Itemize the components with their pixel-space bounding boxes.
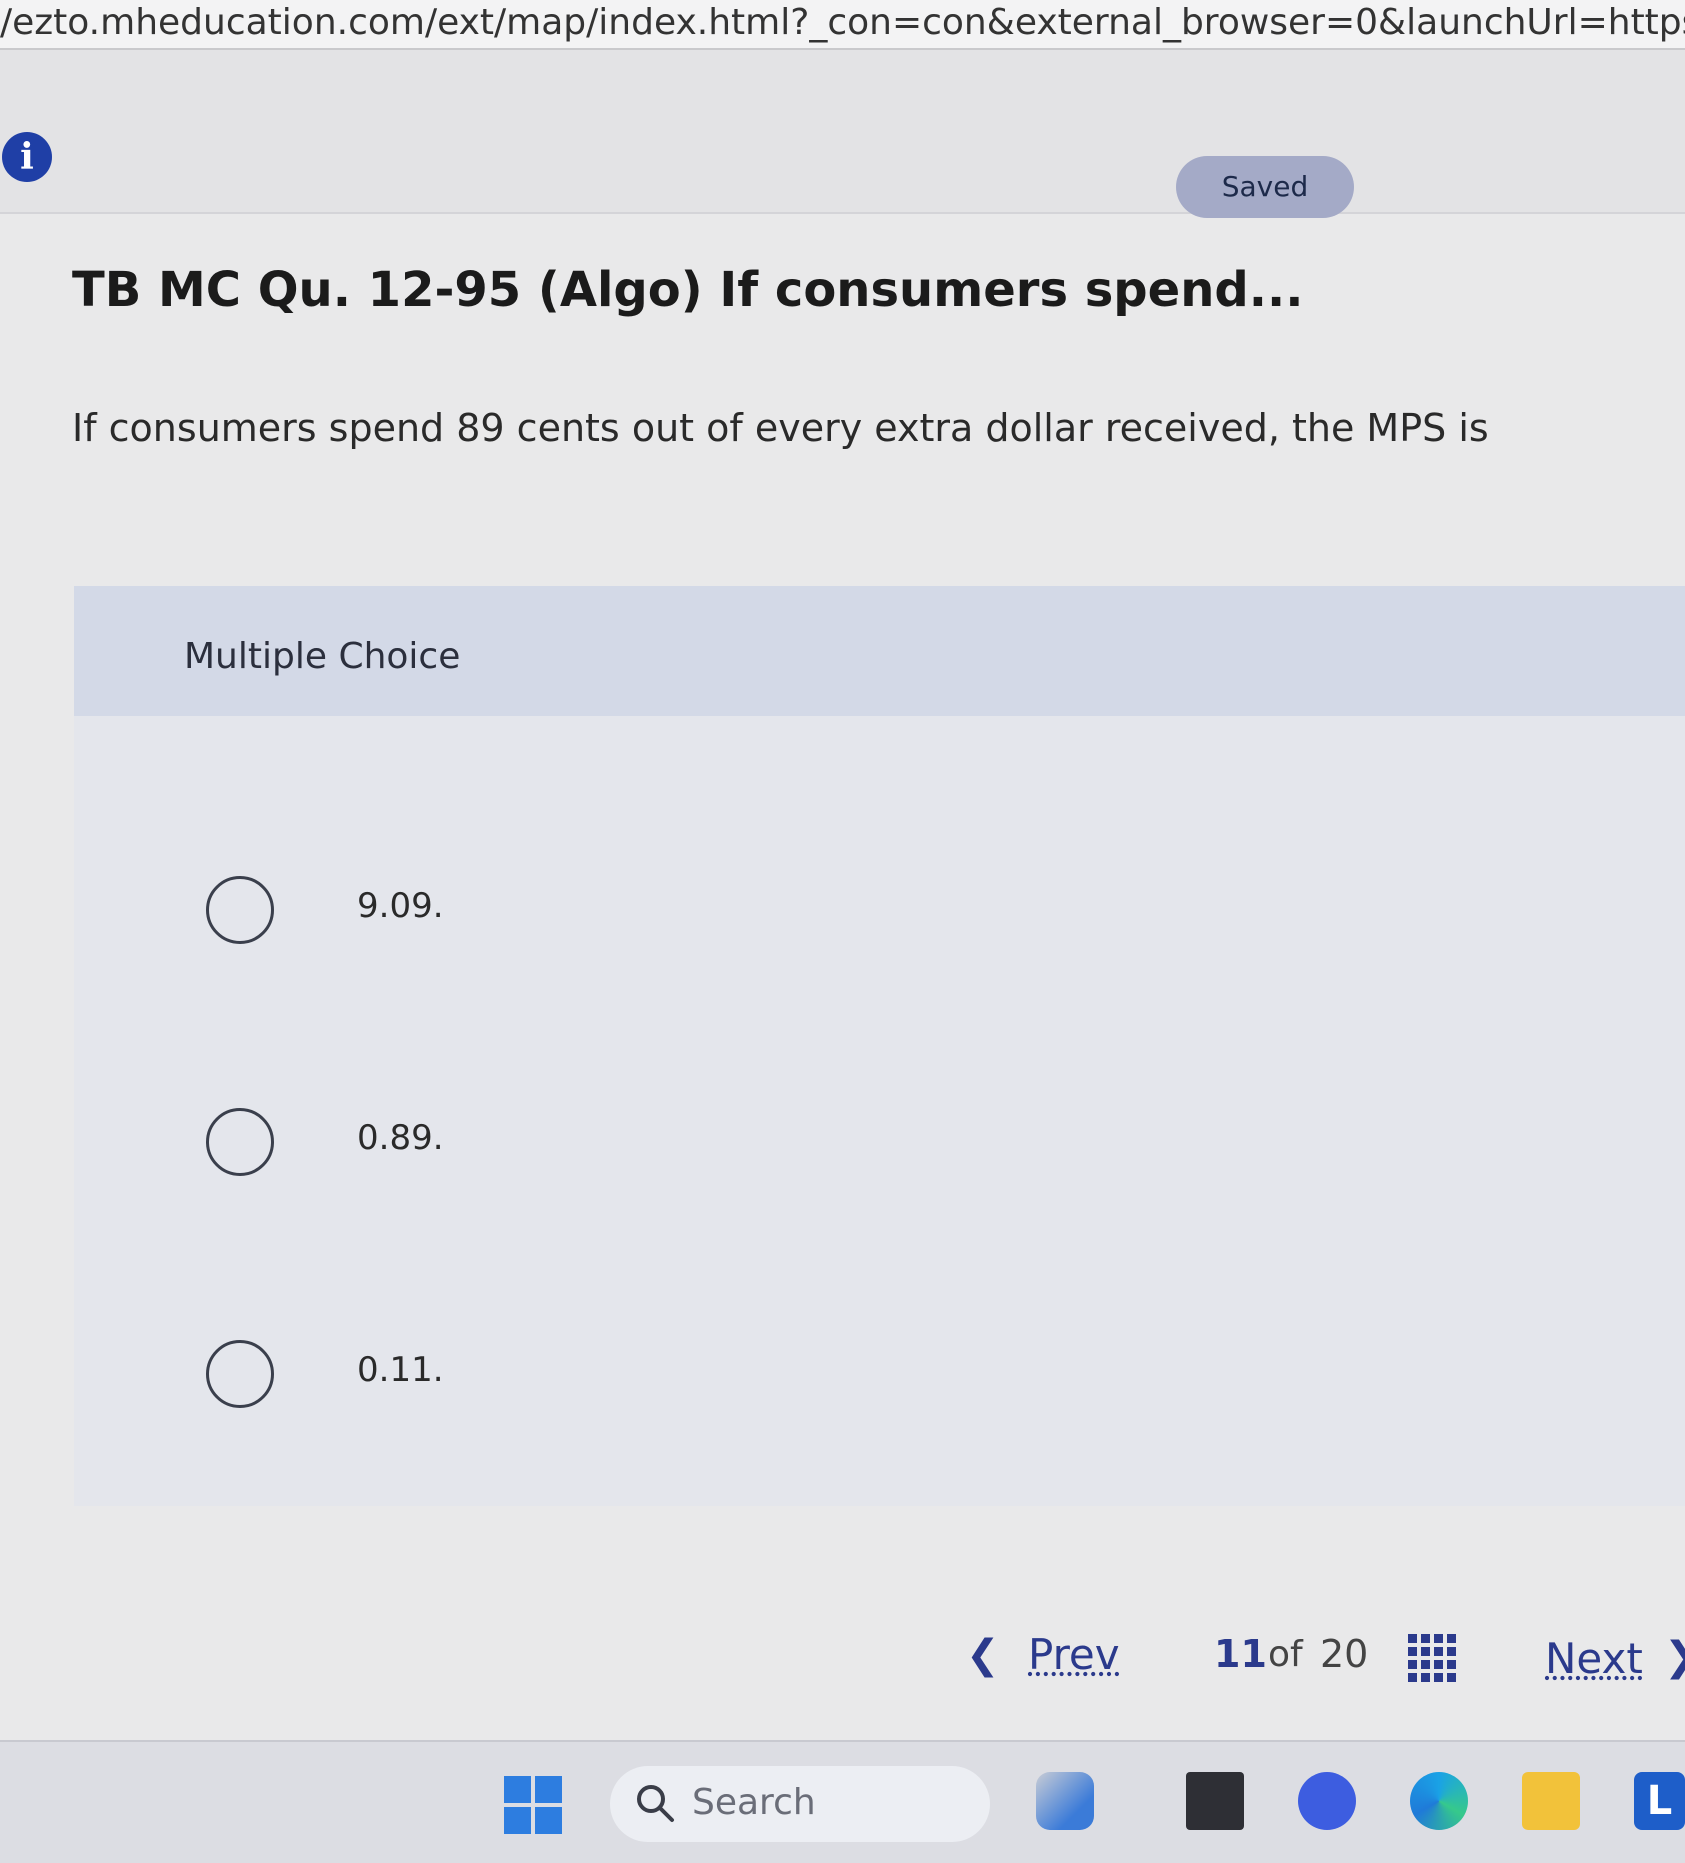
question-title: TB MC Qu. 12-95 (Algo) If consumers spen… bbox=[72, 262, 1304, 318]
answer-option-2[interactable]: 0.89. bbox=[74, 1078, 1685, 1218]
file-explorer-icon[interactable] bbox=[1522, 1772, 1580, 1830]
search-icon bbox=[637, 1785, 674, 1822]
taskbar-search[interactable]: Search bbox=[610, 1766, 990, 1842]
multiple-choice-header: Multiple Choice bbox=[74, 586, 1685, 716]
task-view-icon[interactable] bbox=[1186, 1772, 1244, 1830]
answer-option-3[interactable]: 0.11. bbox=[74, 1310, 1685, 1450]
next-button[interactable]: Next bbox=[1545, 1634, 1643, 1683]
answer-option-text[interactable]: 9.09. bbox=[357, 886, 444, 926]
answer-option-text[interactable]: 0.89. bbox=[357, 1118, 444, 1158]
radio-button[interactable] bbox=[206, 1108, 274, 1176]
search-placeholder[interactable]: Search bbox=[692, 1782, 816, 1823]
browser-address-bar[interactable]: /ezto.mheducation.com/ext/map/index.html… bbox=[0, 0, 1685, 50]
radio-button[interactable] bbox=[206, 876, 274, 944]
multiple-choice-label: Multiple Choice bbox=[184, 636, 461, 677]
address-url[interactable]: /ezto.mheducation.com/ext/map/index.html… bbox=[0, 2, 1685, 43]
answer-option-text[interactable]: 0.11. bbox=[357, 1350, 444, 1390]
chevron-right-icon[interactable]: ❯ bbox=[1664, 1634, 1685, 1680]
question-grid-icon[interactable] bbox=[1408, 1634, 1456, 1682]
answer-option-1[interactable]: 9.09. bbox=[74, 846, 1685, 986]
edge-browser-icon[interactable] bbox=[1410, 1772, 1468, 1830]
question-pagination: ❮ Prev 11 of 20 Next ❯ bbox=[0, 1612, 1685, 1702]
current-question-number: 11 bbox=[1214, 1632, 1267, 1676]
windows-taskbar: Search L bbox=[0, 1740, 1685, 1863]
multiple-choice-options: 9.09. 0.89. 0.11. bbox=[74, 716, 1685, 1506]
prev-button[interactable]: Prev bbox=[1028, 1630, 1120, 1679]
info-icon[interactable]: i bbox=[2, 132, 52, 182]
chevron-left-icon[interactable]: ❮ bbox=[966, 1632, 1000, 1678]
windows-start-icon[interactable] bbox=[504, 1776, 562, 1834]
total-questions: 20 bbox=[1320, 1632, 1369, 1676]
saved-status-badge: Saved bbox=[1176, 156, 1354, 218]
page-of-label: of bbox=[1268, 1634, 1303, 1675]
top-toolbar: i Saved bbox=[0, 50, 1685, 218]
question-text: If consumers spend 89 cents out of every… bbox=[72, 406, 1489, 450]
weather-widget-icon[interactable] bbox=[1036, 1772, 1094, 1830]
radio-button[interactable] bbox=[206, 1340, 274, 1408]
l-app-icon[interactable]: L bbox=[1634, 1772, 1685, 1830]
meet-app-icon[interactable] bbox=[1298, 1772, 1356, 1830]
